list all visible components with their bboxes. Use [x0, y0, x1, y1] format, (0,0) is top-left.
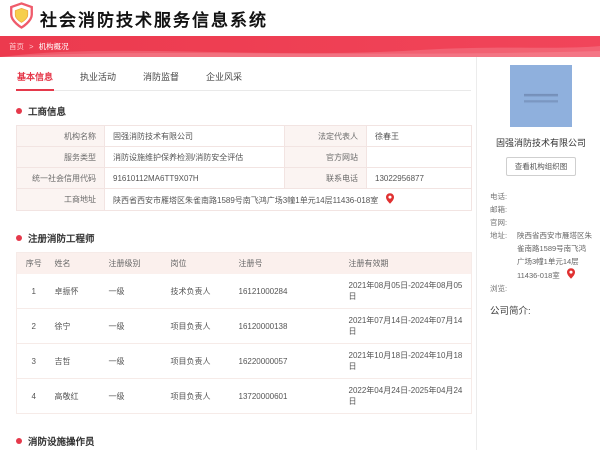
- address-label: 地址:: [490, 231, 508, 240]
- main-content: 基本信息 执业活动 消防监督 企业风采 工商信息 机构名称 固强消防技术有限公司…: [0, 57, 477, 450]
- section-bullet-icon: [16, 438, 22, 444]
- table-row: 4 高敬红 一级 项目负责人 13720000601 2022年04月24日-2…: [16, 378, 472, 414]
- company-logo-image: [510, 65, 572, 127]
- tab-basic-info[interactable]: 基本信息: [16, 67, 55, 91]
- service-type-label: 服务类型: [16, 146, 105, 168]
- table-row: 统一社会信用代码 91610112MA6TT9X07H 联系电话 1302295…: [16, 167, 472, 189]
- cell-name: 卓振怀: [50, 274, 105, 309]
- credit-code-label: 统一社会信用代码: [16, 167, 105, 189]
- section-bullet-icon: [16, 108, 22, 114]
- tab-bar: 基本信息 执业活动 消防监督 企业风采: [16, 67, 471, 91]
- website-value: [517, 216, 592, 229]
- section-title-operators: 消防设施操作员: [16, 434, 470, 448]
- website-label: 官网:: [490, 218, 508, 227]
- engineers-table: 序号 姓名 注册级别 岗位 注册号 注册有效期 1 卓振怀 一级 技术负责人 1…: [16, 252, 472, 414]
- location-pin-icon[interactable]: [566, 268, 575, 279]
- breadcrumb-home-link[interactable]: 首页: [9, 42, 24, 51]
- tab-company-style[interactable]: 企业风采: [205, 67, 243, 90]
- cell-regno: 16120000138: [234, 308, 345, 344]
- legal-rep-label: 法定代表人: [284, 125, 367, 147]
- table-row: 工商地址 陕西省西安市雁塔区朱雀南路1589号南飞鸿广场3幢1单元14层1143…: [16, 188, 472, 211]
- cell-position: 技术负责人: [166, 274, 235, 309]
- company-sidebar: 固强消防技术有限公司 查看机构组织图 电话: 邮箱: 官网: 地址: 陕西省西安…: [477, 57, 600, 450]
- cell-name: 徐宁: [50, 308, 105, 344]
- phone-value: [517, 190, 592, 203]
- business-info-table: 机构名称 固强消防技术有限公司 法定代表人 徐春王 服务类型 消防设施维护保养检…: [16, 125, 472, 211]
- cell-regno: 16121000284: [234, 274, 345, 309]
- contact-phone-value: 13022956877: [366, 167, 472, 189]
- section-title-text: 消防设施操作员: [28, 437, 95, 448]
- cell-no: 2: [16, 308, 51, 344]
- table-row: 机构名称 固强消防技术有限公司 法定代表人 徐春王: [16, 125, 472, 147]
- table-row: 2 徐宁 一级 项目负责人 16120000138 2021年07月14日-20…: [16, 308, 472, 344]
- address-text: 陕西省西安市雁塔区朱雀南路1589号南飞鸿广场3幢1单元14层11436-018…: [517, 231, 592, 280]
- section-title-business: 工商信息: [16, 104, 470, 118]
- location-pin-icon[interactable]: [385, 193, 394, 204]
- col-header-position: 岗位: [166, 252, 235, 274]
- col-header-name: 姓名: [50, 252, 105, 274]
- col-header-level: 注册级别: [104, 252, 167, 274]
- banner-wave-decoration: [0, 46, 600, 57]
- credit-code-value: 91610112MA6TT9X07H: [104, 167, 285, 189]
- site-title: 社会消防技术服务信息系统: [40, 10, 268, 30]
- cell-level: 一级: [104, 378, 167, 414]
- cell-validity: 2022年04月24日-2025年04月24日: [344, 378, 472, 414]
- cell-position: 项目负责人: [166, 378, 235, 414]
- breadcrumb-separator: >: [29, 42, 34, 51]
- section-bullet-icon: [16, 235, 22, 241]
- cell-validity: 2021年08月05日-2024年08月05日: [344, 274, 472, 309]
- view-org-chart-button[interactable]: 查看机构组织图: [505, 157, 577, 176]
- breadcrumb-banner: 首页 > 机构概况: [0, 36, 600, 57]
- shield-logo-icon: [9, 2, 34, 34]
- legal-rep-value: 徐春王: [366, 125, 472, 147]
- cell-level: 一级: [104, 308, 167, 344]
- breadcrumb: 首页 > 机构概况: [9, 41, 69, 52]
- cell-regno: 16220000057: [234, 343, 345, 379]
- official-website-value: [366, 146, 472, 168]
- table-header-row: 序号 姓名 注册级别 岗位 注册号 注册有效期: [16, 252, 472, 274]
- company-name: 固强消防技术有限公司: [495, 138, 586, 148]
- table-row: 3 吉哲 一级 项目负责人 16220000057 2021年10月18日-20…: [16, 343, 472, 379]
- breadcrumb-current: 机构概况: [38, 42, 69, 51]
- address-value: 陕西省西安市雁塔区朱雀南路1589号南飞鸿广场3幢1单元14层11436-018…: [517, 229, 592, 282]
- email-value: [517, 203, 592, 216]
- section-title-text: 注册消防工程师: [28, 234, 95, 245]
- views-label: 浏览:: [490, 284, 508, 293]
- contact-phone-label: 联系电话: [284, 167, 367, 189]
- business-address-cell: 陕西省西安市雁塔区朱雀南路1589号南飞鸿广场3幢1单元14层11436-018…: [104, 188, 472, 211]
- business-address-value: 陕西省西安市雁塔区朱雀南路1589号南飞鸿广场3幢1单元14层11436-018…: [113, 196, 379, 205]
- cell-validity: 2021年10月18日-2024年10月18日: [344, 343, 472, 379]
- company-profile-label: 公司简介:: [490, 306, 531, 317]
- app-header: 社会消防技术服务信息系统: [0, 0, 600, 36]
- tab-practice[interactable]: 执业活动: [79, 67, 117, 90]
- cell-level: 一级: [104, 274, 167, 309]
- col-header-validity: 注册有效期: [344, 252, 472, 274]
- cell-validity: 2021年07月14日-2024年07月14日: [344, 308, 472, 344]
- cell-position: 项目负责人: [166, 343, 235, 379]
- cell-level: 一级: [104, 343, 167, 379]
- cell-name: 吉哲: [50, 343, 105, 379]
- views-value: [517, 282, 592, 295]
- table-row: 1 卓振怀 一级 技术负责人 16121000284 2021年08月05日-2…: [16, 274, 472, 309]
- cell-name: 高敬红: [50, 378, 105, 414]
- cell-regno: 13720000601: [234, 378, 345, 414]
- section-title-engineers: 注册消防工程师: [16, 231, 470, 245]
- phone-label: 电话:: [490, 192, 508, 201]
- official-website-label: 官方网站: [284, 146, 367, 168]
- tab-fire-supervision[interactable]: 消防监督: [142, 67, 180, 90]
- service-type-value: 消防设施维护保养检测/消防安全评估: [104, 146, 285, 168]
- org-name-label: 机构名称: [16, 125, 105, 147]
- table-row: 服务类型 消防设施维护保养检测/消防安全评估 官方网站: [16, 146, 472, 168]
- company-contact-info: 电话: 邮箱: 官网: 地址: 陕西省西安市雁塔区朱雀南路1589号南飞鸿广场3…: [490, 190, 592, 295]
- business-address-label: 工商地址: [16, 188, 105, 211]
- cell-no: 3: [16, 343, 51, 379]
- email-label: 邮箱:: [490, 205, 508, 214]
- cell-no: 1: [16, 274, 51, 309]
- section-title-text: 工商信息: [28, 107, 67, 118]
- cell-position: 项目负责人: [166, 308, 235, 344]
- col-header-regno: 注册号: [234, 252, 345, 274]
- org-name-value: 固强消防技术有限公司: [104, 125, 285, 147]
- cell-no: 4: [16, 378, 51, 414]
- col-header-no: 序号: [16, 252, 51, 274]
